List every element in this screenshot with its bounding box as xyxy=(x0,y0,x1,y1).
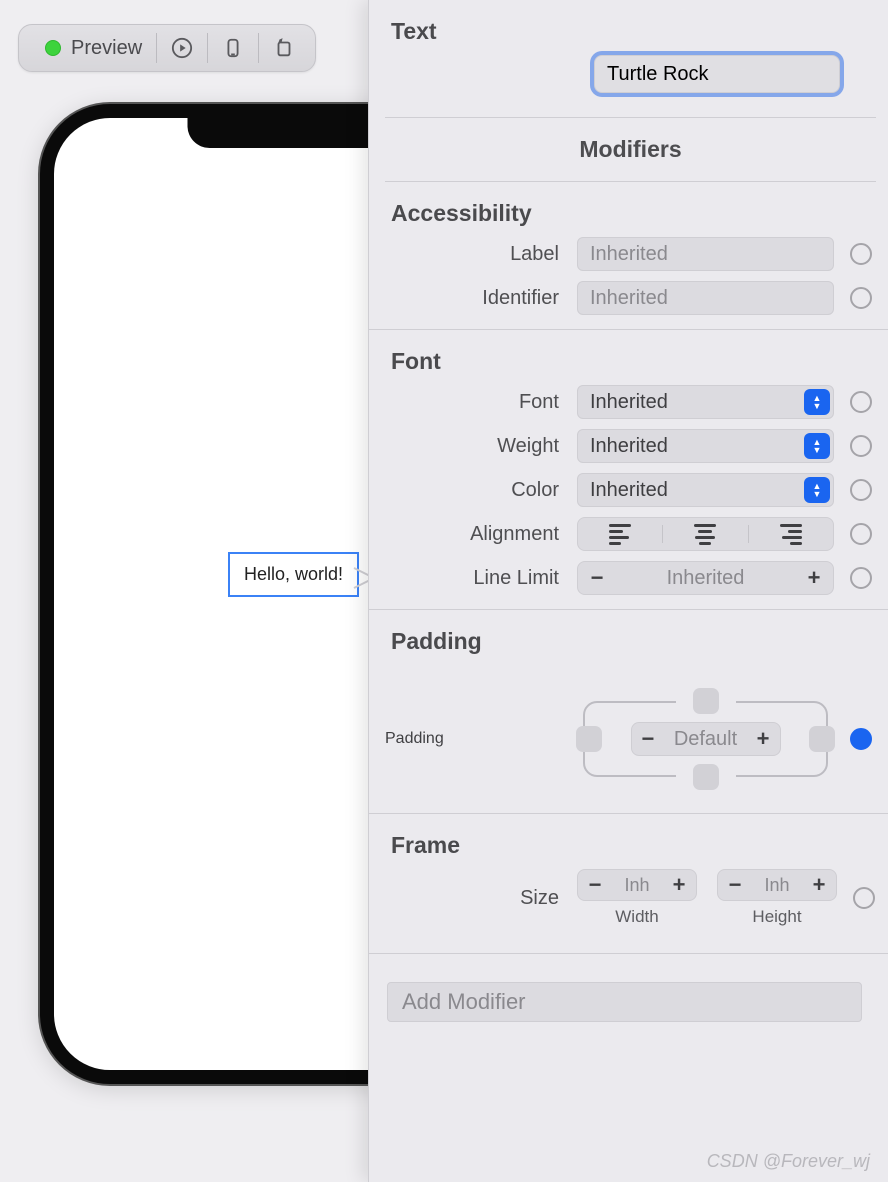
status-dot-icon xyxy=(45,40,61,56)
frame-width-value: Inh xyxy=(624,875,649,896)
device-button[interactable] xyxy=(208,25,258,71)
orientation-button[interactable] xyxy=(259,25,309,71)
font-font-select[interactable]: Inherited ▲▼ xyxy=(577,385,834,419)
section-title-text: Text xyxy=(391,18,876,45)
font-color-value: Inherited xyxy=(590,479,668,502)
plus-icon[interactable]: + xyxy=(757,726,770,752)
play-icon xyxy=(171,37,193,59)
section-title-frame: Frame xyxy=(391,832,876,859)
minus-icon[interactable]: − xyxy=(642,726,655,752)
padding-top-chip[interactable] xyxy=(693,688,719,714)
modifier-toggle[interactable] xyxy=(850,391,872,413)
font-font-caption: Font xyxy=(385,391,565,414)
add-modifier-input[interactable]: Add Modifier xyxy=(387,982,862,1022)
align-center-button[interactable] xyxy=(663,518,747,550)
section-title-accessibility: Accessibility xyxy=(391,200,876,227)
minus-icon[interactable]: − xyxy=(588,565,606,591)
font-font-value: Inherited xyxy=(590,391,668,414)
font-font-row: Font Inherited ▲▼ xyxy=(385,385,876,419)
accessibility-label-input[interactable]: Inherited xyxy=(577,237,834,271)
phone-icon xyxy=(222,37,244,59)
linelimit-value: Inherited xyxy=(667,567,745,590)
padding-caption: Padding xyxy=(385,730,565,748)
section-divider xyxy=(369,329,888,330)
modifier-toggle[interactable] xyxy=(850,523,872,545)
preview-label: Preview xyxy=(71,37,142,60)
watermark-text: CSDN @Forever_wj xyxy=(707,1151,870,1172)
preview-status-segment[interactable]: Preview xyxy=(31,25,156,71)
frame-size-row: Size − Inh + Width − Inh + Height xyxy=(385,869,876,927)
modifier-toggle[interactable] xyxy=(850,287,872,309)
font-color-select[interactable]: Inherited ▲▼ xyxy=(577,473,834,507)
preview-toolbar: Preview xyxy=(18,24,316,72)
frame-height-value: Inh xyxy=(764,875,789,896)
updown-icon: ▲▼ xyxy=(804,477,830,503)
minus-icon[interactable]: − xyxy=(586,872,604,898)
attributes-inspector: Text Modifiers Accessibility Label Inher… xyxy=(368,0,888,1182)
selected-text-element[interactable]: Hello, world! xyxy=(228,552,359,597)
font-weight-value: Inherited xyxy=(590,435,668,458)
padding-diagram: − Default + xyxy=(577,679,834,799)
font-weight-row: Weight Inherited ▲▼ xyxy=(385,429,876,463)
frame-size-caption: Size xyxy=(385,887,565,910)
font-alignment-row: Alignment xyxy=(385,517,876,551)
font-linelimit-row: Line Limit − Inherited + xyxy=(385,561,876,595)
linelimit-stepper[interactable]: − Inherited + xyxy=(577,561,834,595)
plus-icon[interactable]: + xyxy=(805,565,823,591)
align-left-button[interactable] xyxy=(578,518,662,550)
add-modifier-placeholder: Add Modifier xyxy=(402,989,526,1015)
font-color-caption: Color xyxy=(385,479,565,502)
modifier-toggle[interactable] xyxy=(850,243,872,265)
alignment-segmented[interactable] xyxy=(577,517,834,551)
section-divider xyxy=(369,953,888,954)
updown-icon: ▲▼ xyxy=(804,433,830,459)
frame-height-col: − Inh + Height xyxy=(717,869,837,927)
accessibility-identifier-caption: Identifier xyxy=(385,287,565,310)
font-linelimit-caption: Line Limit xyxy=(385,567,565,590)
padding-left-chip[interactable] xyxy=(576,726,602,752)
align-left-icon xyxy=(609,524,631,545)
accessibility-label-caption: Label xyxy=(385,243,565,266)
font-alignment-caption: Alignment xyxy=(385,523,565,546)
modifier-toggle[interactable] xyxy=(850,567,872,589)
rotate-icon xyxy=(273,37,295,59)
align-right-button[interactable] xyxy=(749,518,833,550)
font-color-row: Color Inherited ▲▼ xyxy=(385,473,876,507)
plus-icon[interactable]: + xyxy=(670,872,688,898)
padding-bottom-chip[interactable] xyxy=(693,764,719,790)
frame-width-caption: Width xyxy=(615,907,658,927)
font-weight-caption: Weight xyxy=(385,435,565,458)
play-button[interactable] xyxy=(157,25,207,71)
padding-center-value: Default xyxy=(674,728,737,751)
frame-width-col: − Inh + Width xyxy=(577,869,697,927)
text-value-input[interactable] xyxy=(594,55,840,93)
selected-text-value: Hello, world! xyxy=(244,564,343,584)
align-right-icon xyxy=(780,524,802,545)
modifier-toggle-active[interactable] xyxy=(850,728,872,750)
padding-right-chip[interactable] xyxy=(809,726,835,752)
section-divider xyxy=(369,813,888,814)
font-weight-select[interactable]: Inherited ▲▼ xyxy=(577,429,834,463)
accessibility-identifier-row: Identifier Inherited xyxy=(385,281,876,315)
modifier-toggle[interactable] xyxy=(853,887,875,909)
modifiers-header: Modifiers xyxy=(385,117,876,182)
updown-icon: ▲▼ xyxy=(804,389,830,415)
align-center-icon xyxy=(694,524,716,545)
frame-width-stepper[interactable]: − Inh + xyxy=(577,869,697,901)
frame-height-caption: Height xyxy=(752,907,801,927)
section-title-padding: Padding xyxy=(391,628,876,655)
modifier-toggle[interactable] xyxy=(850,479,872,501)
padding-row: Padding − Default + xyxy=(385,679,876,799)
section-title-font: Font xyxy=(391,348,876,375)
section-divider xyxy=(369,609,888,610)
plus-icon[interactable]: + xyxy=(810,872,828,898)
frame-height-stepper[interactable]: − Inh + xyxy=(717,869,837,901)
padding-value-stepper[interactable]: − Default + xyxy=(631,722,781,756)
accessibility-identifier-input[interactable]: Inherited xyxy=(577,281,834,315)
minus-icon[interactable]: − xyxy=(726,872,744,898)
modifier-toggle[interactable] xyxy=(850,435,872,457)
accessibility-label-row: Label Inherited xyxy=(385,237,876,271)
